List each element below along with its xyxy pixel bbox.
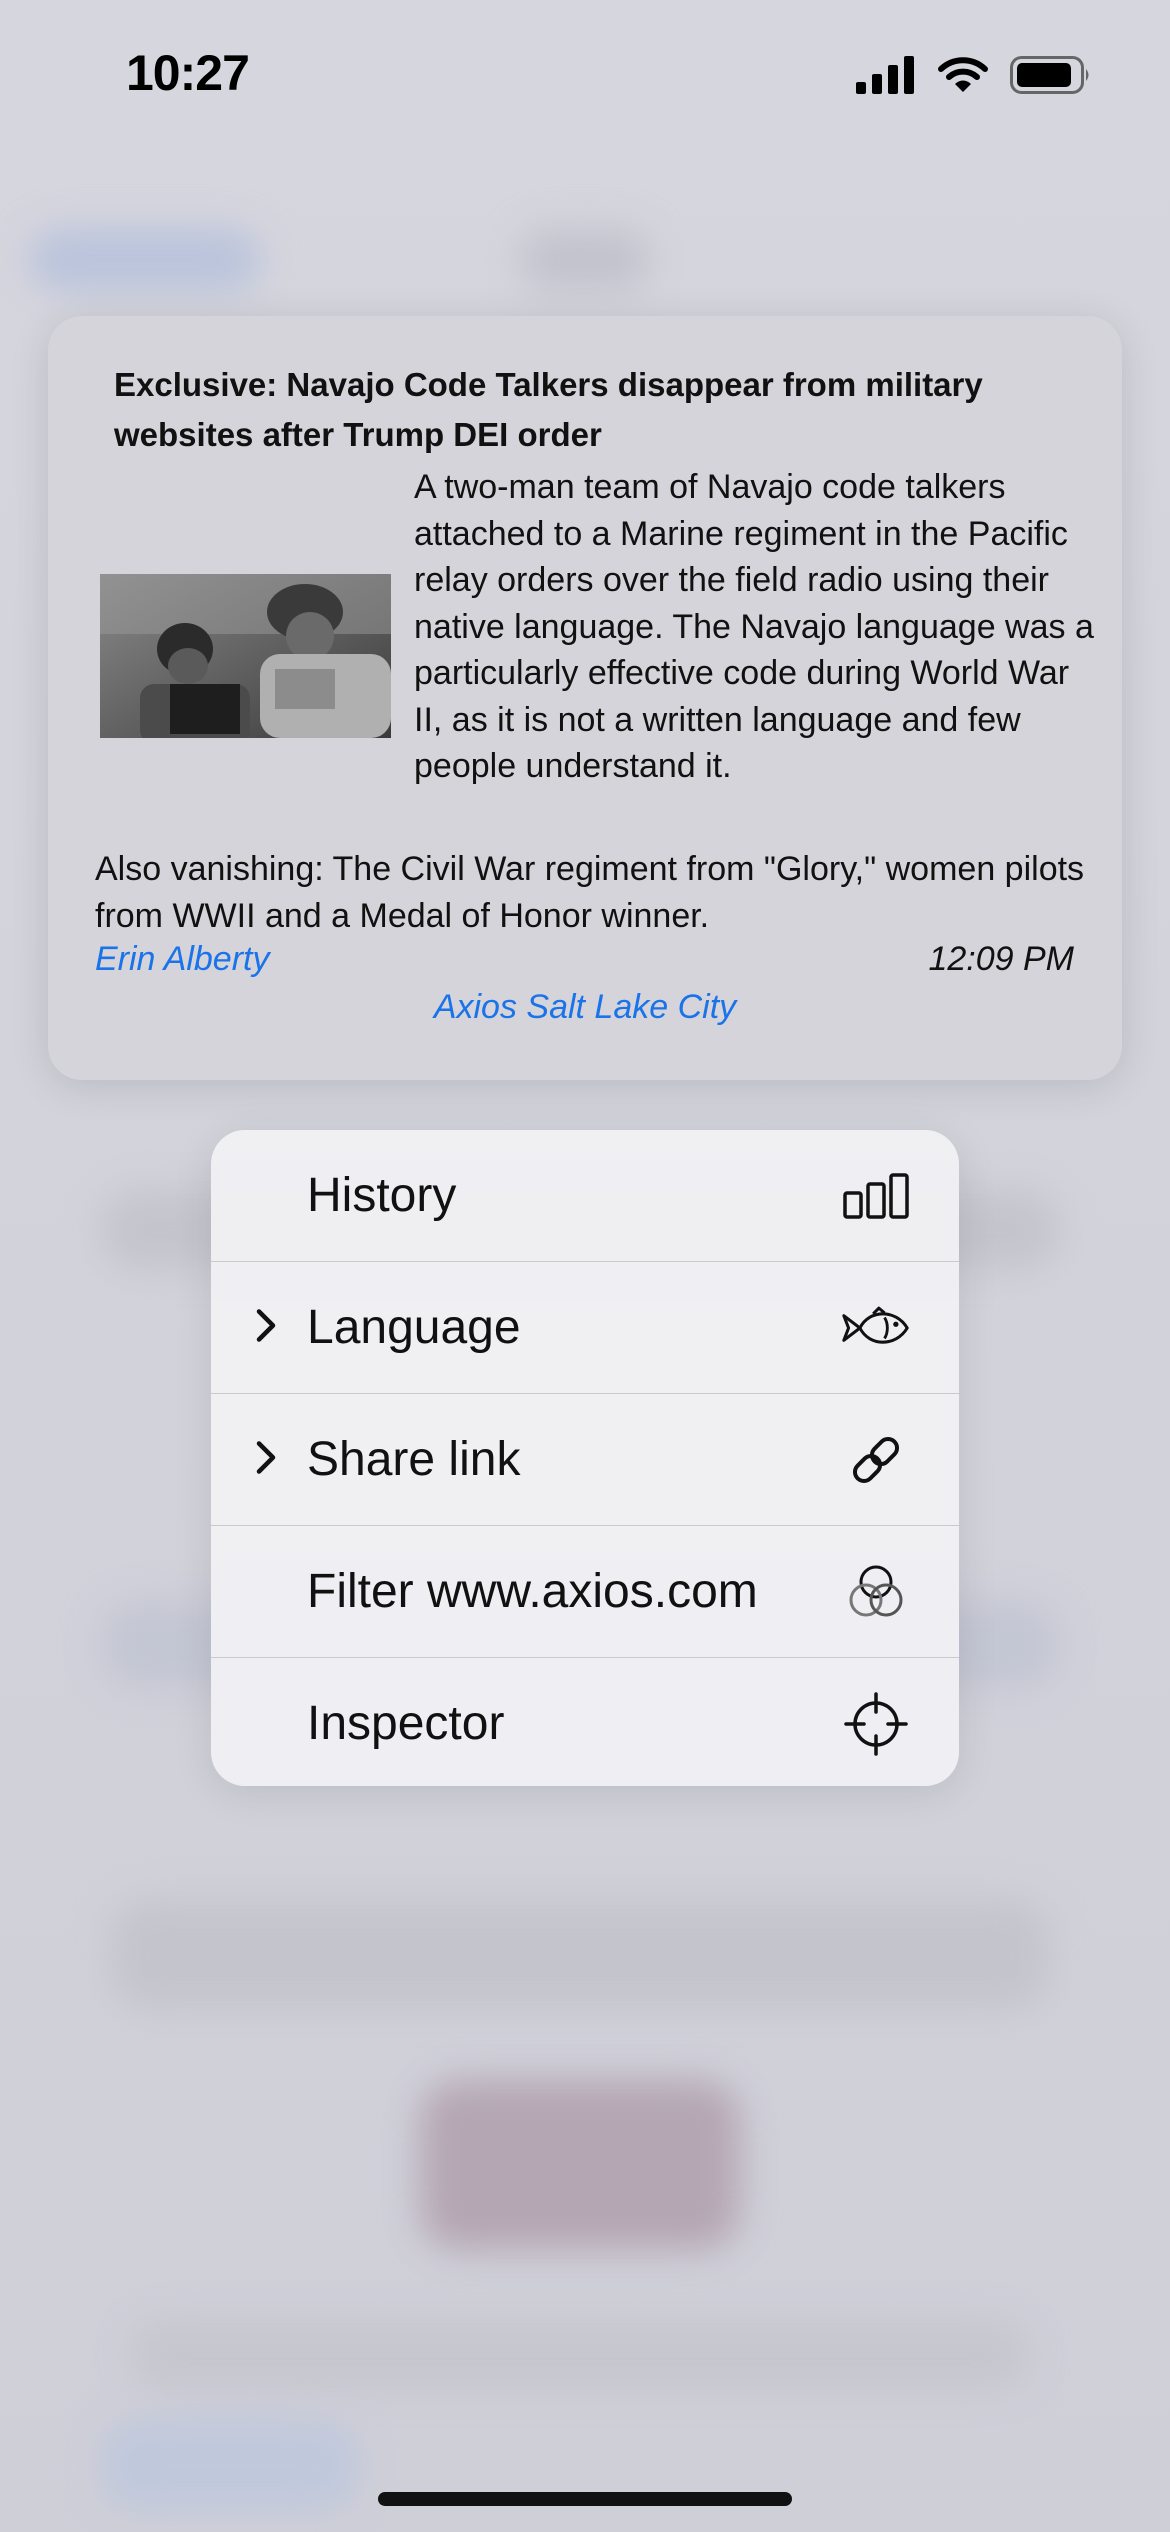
bar-chart-icon	[841, 1161, 911, 1231]
link-preview-card[interactable]: Exclusive: Navajo Code Talkers disappear…	[48, 316, 1122, 1080]
article-time: 12:09 PM	[928, 940, 1074, 978]
article-summary: A two-man team of Navajo code talkers at…	[414, 468, 1094, 785]
article-photo	[100, 574, 391, 738]
menu-item-label: History	[307, 1169, 457, 1222]
menu-item-history[interactable]: History	[211, 1130, 959, 1262]
home-indicator[interactable]	[378, 2492, 792, 2506]
fish-icon	[841, 1293, 911, 1363]
blurred-image	[420, 2080, 740, 2250]
status-time: 10:27	[126, 45, 250, 101]
chevron-right-icon	[255, 1439, 277, 1480]
wifi-icon	[938, 57, 988, 92]
article-source[interactable]: Axios Salt Lake City	[48, 988, 1122, 1027]
article-title: Exclusive: Navajo Code Talkers disappear…	[114, 366, 983, 453]
link-icon	[841, 1425, 911, 1495]
menu-item-label: Inspector	[307, 1697, 505, 1750]
menu-item-share-link[interactable]: Share link	[211, 1394, 959, 1526]
status-icons	[856, 56, 1092, 94]
article-also: Also vanishing: The Civil War regiment f…	[95, 850, 1085, 935]
blurred-text-block-3	[110, 1900, 1050, 2010]
cellular-signal-icon	[856, 56, 914, 94]
crosshair-icon	[841, 1689, 911, 1759]
menu-item-language[interactable]: Language	[211, 1262, 959, 1394]
blurred-header-center	[520, 230, 650, 290]
menu-item-label: Filter www.axios.com	[307, 1565, 758, 1618]
menu-item-label: Language	[307, 1301, 521, 1354]
context-menu: History Language Share link Filter www.a…	[211, 1130, 959, 1786]
battery-icon	[1010, 56, 1089, 94]
menu-item-label: Share link	[307, 1433, 521, 1486]
chevron-right-icon	[255, 1307, 277, 1348]
menu-item-inspector[interactable]: Inspector	[211, 1658, 959, 1786]
blurred-header-left	[30, 230, 260, 290]
filter-circles-icon	[841, 1557, 911, 1627]
menu-item-filter[interactable]: Filter www.axios.com	[211, 1526, 959, 1658]
blurred-bottom-left	[100, 2420, 360, 2510]
article-author[interactable]: Erin Alberty	[95, 940, 269, 979]
blurred-text-block-4	[130, 2320, 1030, 2390]
